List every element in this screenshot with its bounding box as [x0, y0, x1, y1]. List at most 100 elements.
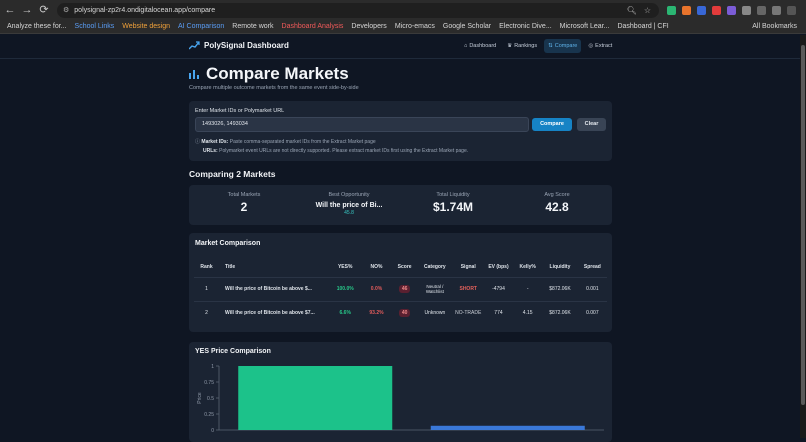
kelly-cell: - [513, 276, 543, 301]
brand[interactable]: PolySignal Dashboard [189, 41, 289, 50]
compare-icon: ⇅ [548, 43, 553, 49]
bookmark-item[interactable]: Dashboard Analysis [281, 23, 345, 30]
yes-price-chart-card: YES Price Comparison 0 0.25 0.5 0.75 1 Price [189, 342, 612, 442]
puzzle-icon[interactable] [742, 5, 751, 15]
yes-cell: 6.6% [329, 300, 361, 325]
bookmark-item[interactable]: Remote work [231, 23, 274, 30]
bookmark-label: Analyze these for... [7, 23, 67, 30]
hint-market-ids-text: Paste comma-separated market IDs from th… [228, 139, 376, 145]
market-input-card: Enter Market IDs or Polymarket URL 14930… [189, 101, 612, 161]
target-icon: ◎ [588, 43, 594, 49]
total-markets-stat: Total Markets 2 [194, 192, 294, 214]
zoom-icon[interactable]: 🔍︎ [627, 6, 637, 15]
page-heading: Compare Markets [206, 64, 349, 83]
bookmark-item[interactable]: Analyze these for... [6, 23, 68, 30]
avg-score-value: 42.8 [545, 200, 569, 214]
nav-rankings[interactable]: ♛ Rankings [503, 39, 541, 53]
total-markets-value: 2 [240, 200, 248, 214]
total-liquidity-label: Total Liquidity [436, 192, 470, 198]
best-opportunity-score: 45.8 [344, 210, 354, 216]
spread-cell: 0.001 [577, 276, 607, 301]
table-row[interactable]: 2 Will the price of Bitcoin be above $7.… [194, 300, 607, 325]
yes-cell: 100.0% [329, 276, 361, 301]
compare-button[interactable]: Compare [532, 118, 572, 131]
market-ids-input[interactable]: 1493026, 1493034 [195, 117, 529, 132]
spread-cell: 0.007 [577, 300, 607, 325]
address-bar[interactable]: ⚙ polysignal-zp2r4.ondigitalocean.app/co… [57, 2, 659, 18]
all-bookmarks[interactable]: All Bookmarks [751, 23, 798, 30]
page-scrollbar[interactable] [800, 35, 806, 438]
star-icon[interactable]: ☆ [644, 6, 651, 15]
total-markets-label: Total Markets [227, 192, 261, 198]
bookmark-label: Micro-emacs [394, 23, 435, 30]
market-ids-hint: ⓘ Market IDs: Paste comma-separated mark… [195, 138, 376, 145]
bookmark-item[interactable]: Website design [121, 23, 171, 30]
nav-compare[interactable]: ⇅ Compare [544, 39, 582, 53]
market-input-label: Enter Market IDs or Polymarket URL [195, 108, 285, 114]
liquidity-cell: $872.06K [542, 276, 578, 301]
reload-icon[interactable]: ⟳ [37, 3, 51, 17]
extension-icon[interactable] [667, 5, 676, 15]
forward-arrow-icon[interactable]: → [20, 3, 34, 17]
col-title: Title [225, 263, 236, 270]
bookmark-item[interactable]: Microsoft Lear... [559, 23, 611, 30]
profile-icon[interactable] [772, 5, 781, 15]
split-icon[interactable] [757, 5, 766, 15]
nav-rankings-label: Rankings [514, 43, 538, 49]
table-row[interactable]: 1 Will the price of Bitcoin be above $..… [194, 276, 607, 301]
market-comparison-card: Market Comparison Rank Title YES% NO% Sc… [189, 233, 612, 332]
nav-dashboard[interactable]: ⌂ Dashboard [460, 39, 500, 53]
bookmark-item[interactable]: Micro-emacs [394, 23, 436, 30]
bookmark-item[interactable]: Developers [350, 23, 387, 30]
info-icon: ⓘ [195, 139, 201, 145]
clear-button[interactable]: Clear [577, 118, 606, 131]
chart-bar [238, 366, 393, 430]
hint-urls-bold: URLs: [203, 148, 218, 154]
rank-cell: 1 [194, 276, 220, 301]
avg-score-label: Avg Score [544, 192, 570, 198]
y-tick-label: 0.5 [207, 396, 214, 402]
extension-icon[interactable] [682, 5, 691, 15]
bookmark-label: Google Scholar [442, 23, 492, 30]
bookmark-item[interactable]: Google Scholar [442, 23, 492, 30]
market-comparison-title: Market Comparison [195, 240, 261, 247]
avg-score-stat: Avg Score 42.8 [507, 192, 607, 214]
page-title: Compare Markets [189, 64, 349, 84]
bookmark-item[interactable]: AI Comparison [177, 23, 225, 30]
liquidity-cell: $872.06K [542, 300, 578, 325]
table-header-row: Rank Title YES% NO% Score Category Signa… [194, 257, 607, 277]
trend-line-icon [189, 41, 200, 50]
hint-market-ids-bold: Market IDs: [201, 139, 229, 145]
menu-dots-icon[interactable] [787, 5, 796, 15]
yes-price-chart: 0 0.25 0.5 0.75 1 Price [197, 364, 604, 434]
site-info-icon[interactable]: ⚙ [63, 6, 69, 14]
extension-icon[interactable] [727, 5, 736, 15]
ev-cell: -4794 [483, 276, 514, 301]
bookmark-item[interactable]: School Links [74, 23, 116, 30]
extension-icon[interactable] [712, 5, 721, 15]
signal-cell: NO-TRADE [452, 300, 484, 325]
nav-extract[interactable]: ◎ Extract [584, 39, 616, 53]
title-cell: Will the price of Bitcoin be above $... [219, 276, 330, 301]
top-nav: ⌂ Dashboard ♛ Rankings ⇅ Compare ◎ Extra… [460, 39, 616, 53]
y-tick-label: 1 [211, 364, 214, 370]
url-text: polysignal-zp2r4.ondigitalocean.app/comp… [74, 6, 216, 14]
bookmark-item[interactable]: Electronic Dive... [498, 23, 553, 30]
col-rank: Rank [200, 263, 213, 270]
comparing-heading: Comparing 2 Markets [189, 169, 276, 179]
scrollbar-thumb[interactable] [801, 45, 805, 405]
no-cell: 0.0% [360, 276, 393, 301]
app-header: PolySignal Dashboard ⌂ Dashboard ♛ Ranki… [0, 35, 806, 59]
bookmark-label: Dashboard | CFI [617, 23, 669, 30]
score-badge: 46 [398, 285, 411, 293]
back-arrow-icon[interactable]: ← [3, 3, 17, 17]
trophy-icon: ♛ [507, 43, 513, 49]
y-axis-label: Price [197, 392, 203, 404]
bookmark-item[interactable]: Dashboard | CFI [616, 23, 669, 30]
nav-dashboard-label: Dashboard [469, 43, 497, 49]
score-cell: 40 [392, 300, 418, 325]
col-ev: EV (bps) [488, 263, 509, 270]
col-spread: Spread [583, 263, 601, 270]
extension-icon[interactable] [697, 5, 706, 15]
bookmark-label: Electronic Dive... [499, 23, 552, 30]
